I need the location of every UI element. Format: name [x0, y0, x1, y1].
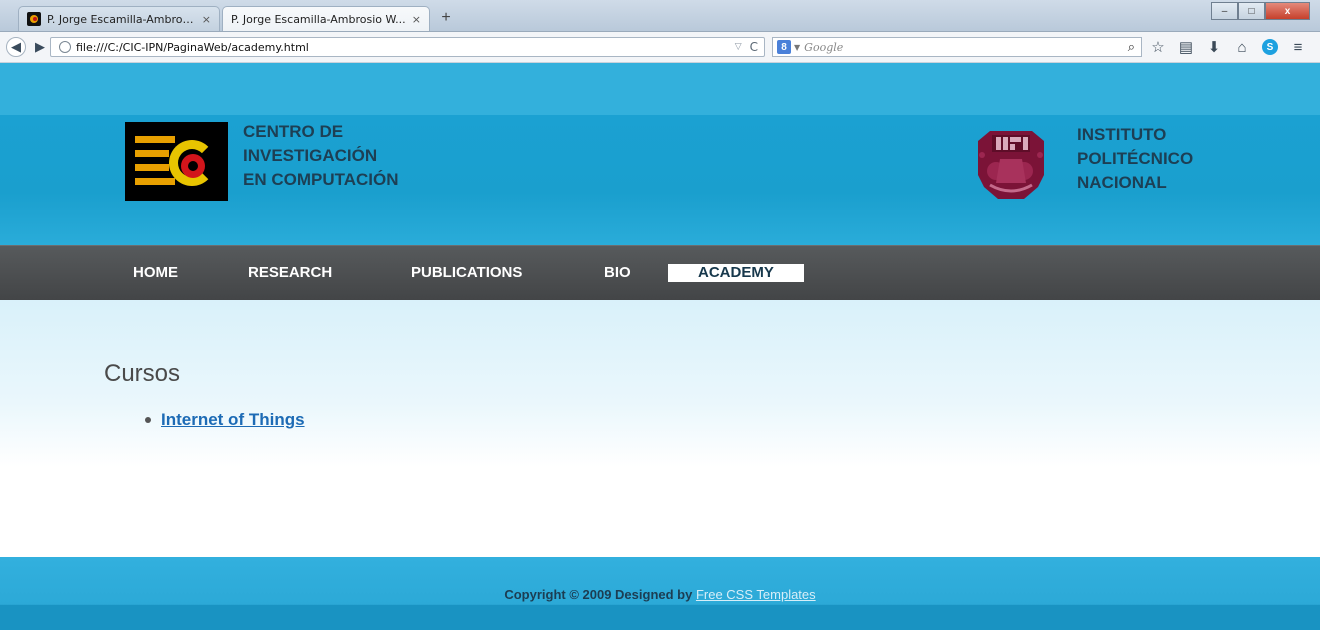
logo-bar: [135, 164, 169, 171]
back-icon[interactable]: ◀: [6, 37, 26, 57]
nav-item-bio[interactable]: BIO: [604, 264, 631, 282]
minimize-button[interactable]: –: [1211, 2, 1238, 20]
menu-icon[interactable]: ≡: [1286, 37, 1310, 57]
cic-title: CENTRO DE INVESTIGACIÓN EN COMPUTACIÓN: [243, 120, 399, 192]
bookmark-star-icon[interactable]: ☆: [1146, 37, 1170, 57]
free-css-templates-link[interactable]: Free CSS Templates: [696, 587, 816, 602]
browser-tab-1[interactable]: P. Jorge Escamilla-Ambrosi... ×: [18, 6, 220, 31]
logo-dot: [181, 154, 205, 178]
browser-tab-bar: P. Jorge Escamilla-Ambrosi... × P. Jorge…: [0, 0, 1320, 32]
title-line: CENTRO DE: [243, 122, 344, 141]
nav-item-publications[interactable]: PUBLICATIONS: [411, 264, 522, 282]
title-line: EN COMPUTACIÓN: [243, 170, 399, 189]
engine-dropdown-icon[interactable]: ▼: [794, 43, 800, 52]
main-content: Cursos Internet of Things: [0, 300, 1320, 557]
search-bar[interactable]: 8 ▼ Google ⌕: [772, 37, 1142, 57]
cic-logo: [125, 122, 228, 201]
globe-icon: [59, 41, 71, 53]
site-footer: Copyright © 2009 Designed by Free CSS Te…: [0, 557, 1320, 630]
ipn-title: INSTITUTO POLITÉCNICO NACIONAL: [1077, 123, 1193, 195]
close-tab-icon[interactable]: ×: [412, 13, 421, 26]
title-line: INVESTIGACIÓN: [243, 146, 378, 165]
search-input[interactable]: Google: [804, 41, 1128, 54]
bullet-icon: [145, 417, 151, 423]
maximize-button[interactable]: □: [1238, 2, 1265, 20]
main-navigation: HOME RESEARCH PUBLICATIONS BIO ACADEMY: [0, 245, 1320, 300]
search-engine-icon[interactable]: 8: [777, 40, 791, 54]
course-link-iot[interactable]: Internet of Things: [161, 410, 305, 430]
nav-item-academy[interactable]: ACADEMY: [668, 264, 804, 282]
tab-title: P. Jorge Escamilla-Ambrosi...: [47, 12, 196, 26]
close-tab-icon[interactable]: ×: [202, 13, 211, 26]
browser-tab-2[interactable]: P. Jorge Escamilla-Ambrosio W... ×: [222, 6, 430, 31]
section-heading: Cursos: [104, 360, 181, 387]
window-controls: – □ x: [1211, 2, 1310, 20]
logo-bar: [135, 150, 169, 157]
site-header: CENTRO DE INVESTIGACIÓN EN COMPUTACIÓN I…: [0, 115, 1320, 245]
title-line: POLITÉCNICO: [1077, 149, 1194, 168]
history-dropdown-icon[interactable]: ▽: [735, 42, 742, 52]
logo-bar: [135, 178, 175, 185]
copyright-text: Copyright © 2009 Designed by: [504, 587, 696, 602]
title-line: NACIONAL: [1077, 173, 1167, 192]
nav-item-home[interactable]: HOME: [133, 264, 178, 282]
page-top-band: [0, 63, 1320, 115]
reading-list-icon[interactable]: ▤: [1174, 37, 1198, 57]
url-text[interactable]: file:///C:/CIC-IPN/PaginaWeb/academy.htm…: [76, 41, 735, 54]
search-icon[interactable]: ⌕: [1128, 40, 1135, 55]
cic-favicon-icon: [27, 12, 41, 26]
reload-icon[interactable]: C: [750, 40, 758, 54]
copyright: Copyright © 2009 Designed by Free CSS Te…: [0, 587, 1320, 602]
list-item: Internet of Things: [145, 410, 305, 430]
title-line: INSTITUTO: [1077, 125, 1167, 144]
browser-nav-bar: ◀ ▶ file:///C:/CIC-IPN/PaginaWeb/academy…: [0, 32, 1320, 63]
logo-bar: [135, 136, 175, 143]
skype-icon[interactable]: S: [1262, 39, 1278, 55]
ipn-logo: [978, 131, 1044, 199]
close-window-button[interactable]: x: [1265, 2, 1310, 20]
tab-title: P. Jorge Escamilla-Ambrosio W...: [231, 12, 406, 26]
new-tab-button[interactable]: +: [436, 8, 456, 28]
home-icon[interactable]: ⌂: [1230, 37, 1254, 57]
toolbar-icons: ☆ ▤ ⬇ ⌂ S ≡: [1146, 37, 1314, 57]
url-bar[interactable]: file:///C:/CIC-IPN/PaginaWeb/academy.htm…: [50, 37, 765, 57]
course-list: Internet of Things: [145, 410, 305, 430]
download-icon[interactable]: ⬇: [1202, 37, 1226, 57]
nav-item-research[interactable]: RESEARCH: [248, 264, 332, 282]
forward-icon[interactable]: ▶: [30, 37, 50, 57]
